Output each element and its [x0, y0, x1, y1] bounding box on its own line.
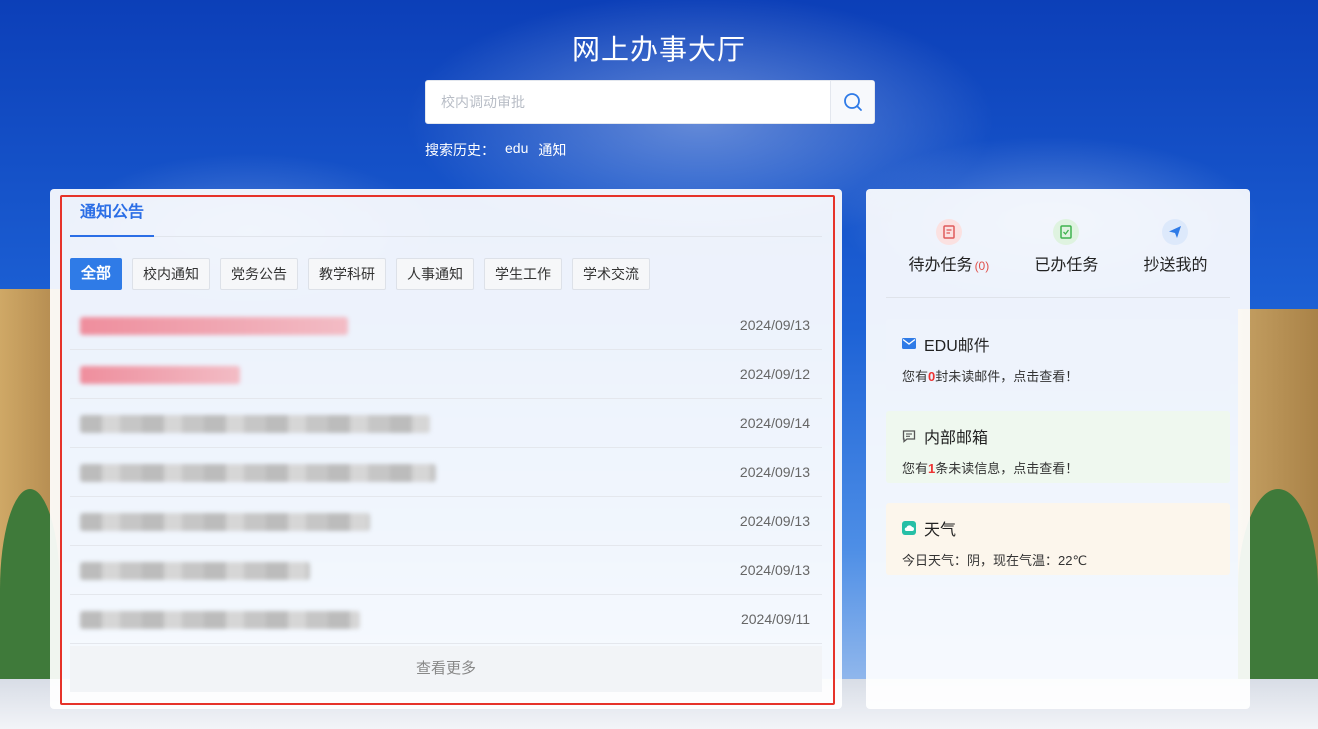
notice-date: 2024/09/11	[740, 611, 810, 627]
category-hr-notice[interactable]: 人事通知	[396, 258, 475, 290]
message-icon	[902, 429, 916, 443]
notice-date: 2024/09/12	[739, 366, 810, 382]
divider	[886, 297, 1230, 298]
weather-text: 今日天气：阴，现在气温：22℃	[902, 553, 1088, 568]
category-campus-notice[interactable]: 校内通知	[132, 258, 211, 290]
edu-mail-card[interactable]: EDU邮件 您有0封未读邮件，点击查看！	[886, 319, 1230, 391]
notice-panel: 通知公告 全部 校内通知 党务公告 教学科研 人事通知 学生工作 学术交流 20…	[50, 189, 842, 709]
todo-count: (0)	[974, 259, 990, 273]
redacted-title	[80, 317, 348, 335]
internal-mailbox-card[interactable]: 内部邮箱 您有1条未读信息，点击查看！	[886, 411, 1230, 483]
category-student-work[interactable]: 学生工作	[484, 258, 563, 290]
search-history-item[interactable]: 通知	[538, 140, 566, 160]
notice-row[interactable]: 2024/09/13	[70, 497, 822, 546]
category-academic[interactable]: 学术交流	[572, 258, 651, 290]
side-panel: 待办任务 (0) 已办任务 抄送我的 EDU邮件 您有0封未读邮件，点击查看！ 内…	[866, 189, 1250, 709]
right-trees	[1238, 489, 1318, 689]
todo-task-label: 待办任务	[908, 257, 973, 274]
search-history-label: 搜索历史：	[425, 142, 495, 158]
notice-date: 2024/09/14	[739, 415, 810, 431]
category-party-notice[interactable]: 党务公告	[220, 258, 299, 290]
notice-date: 2024/09/13	[739, 317, 810, 333]
edu-mail-title: EDU邮件	[924, 338, 990, 355]
done-task-label: 已办任务	[1034, 257, 1099, 274]
search-bar	[425, 80, 875, 124]
mail-prefix: 您有	[902, 369, 929, 384]
page-title: 网上办事大厅	[571, 34, 746, 65]
tab-notice[interactable]: 通知公告	[70, 189, 155, 237]
category-filter: 全部 校内通知 党务公告 教学科研 人事通知 学生工作 学术交流	[70, 258, 651, 290]
search-history-item[interactable]: edu	[505, 140, 528, 160]
category-teaching-research[interactable]: 教学科研	[308, 258, 387, 290]
task-shortcuts: 待办任务 (0) 已办任务 抄送我的	[886, 219, 1230, 275]
notice-date: 2024/09/13	[739, 562, 810, 578]
view-more-button[interactable]: 查看更多	[70, 646, 822, 692]
category-all[interactable]: 全部	[70, 258, 123, 290]
redacted-title	[80, 562, 310, 580]
done-task-button[interactable]: 已办任务	[1034, 219, 1098, 275]
notice-date: 2024/09/13	[739, 513, 810, 529]
notice-row[interactable]: 2024/09/13	[70, 301, 822, 350]
inbox-prefix: 您有	[902, 461, 929, 476]
cc-me-label: 抄送我的	[1143, 257, 1208, 274]
inbox-suffix: 条未读信息，点击查看！	[935, 461, 1079, 476]
mail-suffix: 封未读邮件，点击查看！	[935, 369, 1079, 384]
cc-me-button[interactable]: 抄送我的	[1143, 219, 1207, 275]
redacted-title	[80, 366, 240, 384]
notice-date: 2024/09/13	[739, 464, 810, 480]
redacted-title	[80, 415, 430, 433]
notice-row[interactable]: 2024/09/14	[70, 399, 822, 448]
notice-tabbar: 通知公告	[70, 189, 822, 237]
redacted-title	[80, 464, 436, 482]
weather-card[interactable]: 天气 今日天气：阴，现在气温：22℃	[886, 503, 1230, 575]
cloud-icon	[902, 521, 916, 535]
notice-list: 2024/09/13 2024/09/12 2024/09/14 2024/09…	[70, 301, 822, 644]
todo-doc-icon	[935, 219, 962, 245]
search-icon	[843, 93, 862, 111]
search-input[interactable]	[426, 81, 830, 123]
todo-task-button[interactable]: 待办任务 (0)	[908, 219, 990, 275]
search-history: 搜索历史： edu 通知	[425, 140, 566, 160]
redacted-title	[80, 611, 360, 629]
search-button[interactable]	[830, 81, 874, 123]
internal-mailbox-title: 内部邮箱	[924, 430, 989, 447]
notice-row[interactable]: 2024/09/13	[70, 546, 822, 595]
done-doc-icon	[1053, 219, 1080, 245]
redacted-title	[80, 513, 370, 531]
notice-row[interactable]: 2024/09/11	[70, 595, 822, 644]
notice-row[interactable]: 2024/09/13	[70, 448, 822, 497]
send-icon	[1162, 219, 1189, 245]
weather-title: 天气	[924, 522, 957, 539]
envelope-icon	[902, 338, 916, 349]
notice-row[interactable]: 2024/09/12	[70, 350, 822, 399]
